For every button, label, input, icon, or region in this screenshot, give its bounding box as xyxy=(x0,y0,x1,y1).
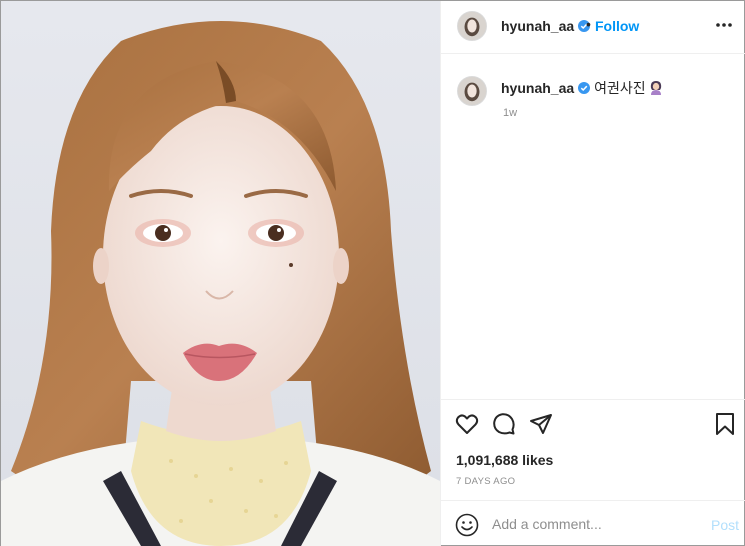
header-username[interactable]: hyunah_aa xyxy=(501,18,591,34)
caption-username[interactable]: hyunah_aa xyxy=(501,80,574,96)
post-header: hyunah_aa • Follow xyxy=(441,1,745,54)
follow-button[interactable]: Follow xyxy=(595,18,639,34)
share-icon[interactable] xyxy=(529,412,553,436)
more-options-icon[interactable] xyxy=(713,15,735,35)
header-username-text[interactable]: hyunah_aa xyxy=(501,18,574,34)
header-separator: • xyxy=(586,16,591,32)
avatar-image xyxy=(458,77,486,105)
caption-text-row: hyunah_aa 여권사진 xyxy=(501,78,663,98)
caption-timestamp[interactable]: 1w xyxy=(503,107,517,119)
post-actions: 1,091,688 likes 7 DAYS AGO xyxy=(441,399,745,499)
instagram-post: hyunah_aa • Follow hyunah_aa 여권사진 1w 1,0… xyxy=(0,0,745,546)
avatar-image xyxy=(458,12,486,40)
portrait-image xyxy=(1,1,440,546)
comment-icon[interactable] xyxy=(492,412,516,436)
woman-emoji-icon xyxy=(650,81,661,95)
verified-badge-icon xyxy=(578,82,591,94)
comment-input[interactable] xyxy=(492,514,692,534)
likes-count[interactable]: 1,091,688 likes xyxy=(456,452,553,468)
post-date[interactable]: 7 DAYS AGO xyxy=(456,476,515,487)
comment-bar: Post xyxy=(441,500,745,546)
post-comment-button[interactable]: Post xyxy=(711,517,739,533)
heart-icon[interactable] xyxy=(455,412,479,436)
bookmark-icon[interactable] xyxy=(713,412,737,436)
emoji-smile-icon[interactable] xyxy=(455,513,479,537)
caption-avatar[interactable] xyxy=(457,76,487,106)
avatar[interactable] xyxy=(457,11,487,41)
caption-text: 여권사진 xyxy=(594,80,646,96)
post-photo[interactable] xyxy=(1,1,440,546)
post-side-panel: hyunah_aa • Follow hyunah_aa 여권사진 1w 1,0… xyxy=(440,1,745,546)
